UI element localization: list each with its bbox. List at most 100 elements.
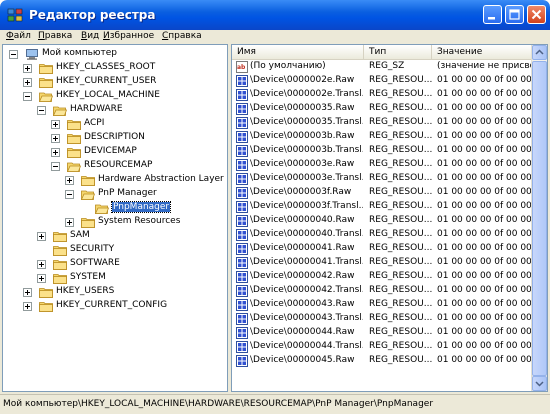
collapse-icon[interactable] <box>65 190 74 199</box>
folder-icon <box>81 217 95 228</box>
tree-node-label: DEVICEMAP <box>84 146 137 156</box>
expand-icon[interactable] <box>23 64 32 73</box>
expand-icon[interactable] <box>51 120 60 129</box>
tree-node[interactable]: HKEY_CLASSES_ROOT <box>3 61 225 75</box>
cell-name: \Device\0000003b.Transl... <box>250 145 363 155</box>
list-row[interactable]: \Device\0000002e.Transl... REG_RESOU... 01… <box>232 88 532 102</box>
collapse-icon[interactable] <box>51 162 60 171</box>
close-button[interactable] <box>527 5 546 24</box>
list-row[interactable]: \Device\00000035.Raw REG_RESOU... 01 00 00… <box>232 102 532 116</box>
list-row[interactable]: \Device\0000003e.Raw REG_RESOU... 01 00 00… <box>232 158 532 172</box>
tree-node[interactable]: DEVICEMAP <box>3 145 225 159</box>
cell-value: 01 00 00 00 0f 00 00 0 <box>437 173 532 183</box>
collapse-icon[interactable] <box>23 92 32 101</box>
binary-value-icon <box>236 355 248 367</box>
menu-help[interactable]: Справка <box>162 31 202 41</box>
values-list[interactable]: Имя Тип Значение ab (По умолчанию) REG_SZ (… <box>231 44 548 392</box>
list-row[interactable]: \Device\00000040.Transl... REG_RESOU... 01… <box>232 228 532 242</box>
tree-node[interactable]: PnP Manager <box>3 187 225 201</box>
cell-name: \Device\00000043.Raw <box>250 299 355 309</box>
cell-type: REG_RESOU... <box>369 201 432 211</box>
list-row[interactable]: \Device\0000003b.Transl... REG_RESOU... 01… <box>232 144 532 158</box>
tree-node[interactable]: HKEY_LOCAL_MACHINE <box>3 89 225 103</box>
expand-icon[interactable] <box>37 274 46 283</box>
binary-value-icon <box>236 271 248 283</box>
tree-node[interactable]: Hardware Abstraction Layer <box>3 173 225 187</box>
cell-name: \Device\00000035.Raw <box>250 103 355 113</box>
cell-value: 01 00 00 00 0f 00 00 0 <box>437 75 532 85</box>
cell-type: REG_RESOU... <box>369 341 432 351</box>
list-row[interactable]: \Device\00000045.Raw REG_RESOU... 01 00 00… <box>232 354 532 368</box>
collapse-icon[interactable] <box>37 106 46 115</box>
expand-icon[interactable] <box>51 134 60 143</box>
menu-view[interactable]: Вид <box>81 31 99 41</box>
expand-icon[interactable] <box>23 78 32 87</box>
registry-editor-window: Редактор реестра Файл Правка Вид Избранн… <box>0 0 550 414</box>
minimize-button[interactable] <box>483 5 502 24</box>
list-row[interactable]: ab (По умолчанию) REG_SZ (значение не присв… <box>232 60 532 74</box>
expand-icon[interactable] <box>23 302 32 311</box>
column-name-header[interactable]: Имя <box>232 45 364 59</box>
expand-icon[interactable] <box>65 176 74 185</box>
vertical-scrollbar[interactable] <box>531 45 547 391</box>
cell-value: 01 00 00 00 0f 00 00 0 <box>437 299 532 309</box>
list-row[interactable]: \Device\00000041.Transl... REG_RESOU... 01… <box>232 256 532 270</box>
list-row[interactable]: \Device\00000044.Raw REG_RESOU... 01 00 00… <box>232 326 532 340</box>
collapse-icon[interactable] <box>9 50 18 59</box>
tree-node[interactable]: RESOURCEMAP <box>3 159 225 173</box>
list-row[interactable]: \Device\0000003b.Raw REG_RESOU... 01 00 00… <box>232 130 532 144</box>
registry-tree[interactable]: Мой компьютер HKEY_CLASSES_ROOT HKEY_CURRE… <box>2 44 228 392</box>
binary-value-icon <box>236 103 248 115</box>
tree-node[interactable]: SECURITY <box>3 243 225 257</box>
cell-value: 01 00 00 00 0f 00 00 0 <box>437 271 532 281</box>
tree-node[interactable]: PnpManager <box>3 201 225 215</box>
cell-value: 01 00 00 00 0f 00 00 0 <box>437 131 532 141</box>
folder-icon <box>53 231 67 242</box>
menu-file[interactable]: Файл <box>6 31 31 41</box>
list-row[interactable]: \Device\00000043.Transl... REG_RESOU... 01… <box>232 312 532 326</box>
tree-node[interactable]: SAM <box>3 229 225 243</box>
expand-icon[interactable] <box>65 218 74 227</box>
cell-type: REG_RESOU... <box>369 75 432 85</box>
expand-icon[interactable] <box>37 232 46 241</box>
menu-edit[interactable]: Правка <box>38 31 72 41</box>
menu-favorites[interactable]: Избранное <box>103 31 154 41</box>
cell-type: REG_RESOU... <box>369 313 432 323</box>
binary-value-icon <box>236 75 248 87</box>
list-row[interactable]: \Device\0000002e.Raw REG_RESOU... 01 00 00… <box>232 74 532 88</box>
column-type-header[interactable]: Тип <box>364 45 432 59</box>
tree-node[interactable]: HKEY_CURRENT_USER <box>3 75 225 89</box>
column-value-header[interactable]: Значение <box>432 45 532 59</box>
list-row[interactable]: \Device\00000035.Transl... REG_RESOU... 01… <box>232 116 532 130</box>
scroll-down-button[interactable] <box>532 376 547 391</box>
expand-icon[interactable] <box>37 260 46 269</box>
list-row[interactable]: \Device\0000003f.Raw REG_RESOU... 01 00 00… <box>232 186 532 200</box>
scroll-thumb[interactable] <box>532 61 547 376</box>
maximize-button[interactable] <box>505 5 524 24</box>
tree-node[interactable]: HKEY_USERS <box>3 285 225 299</box>
tree-node[interactable]: Мой компьютер <box>3 47 225 61</box>
tree-node[interactable]: HARDWARE <box>3 103 225 117</box>
list-row[interactable]: \Device\00000041.Raw REG_RESOU... 01 00 00… <box>232 242 532 256</box>
list-row[interactable]: \Device\00000040.Raw REG_RESOU... 01 00 00… <box>232 214 532 228</box>
cell-value: 01 00 00 00 0f 00 00 0 <box>437 103 532 113</box>
expand-icon[interactable] <box>51 148 60 157</box>
tree-node[interactable]: System Resources <box>3 215 225 229</box>
tree-node-label: PnpManager <box>110 201 172 213</box>
list-row[interactable]: \Device\0000003e.Transl... REG_RESOU... 01… <box>232 172 532 186</box>
list-row[interactable]: \Device\00000044.Transl... REG_RESOU... 01… <box>232 340 532 354</box>
expand-icon[interactable] <box>23 288 32 297</box>
list-row[interactable]: \Device\0000003f.Transl... REG_RESOU... 01… <box>232 200 532 214</box>
list-row[interactable]: \Device\00000042.Transl... REG_RESOU... 01… <box>232 284 532 298</box>
list-row[interactable]: \Device\00000042.Raw REG_RESOU... 01 00 00… <box>232 270 532 284</box>
title-bar[interactable]: Редактор реестра <box>0 0 550 30</box>
tree-node[interactable]: SOFTWARE <box>3 257 225 271</box>
cell-value: 01 00 00 00 0f 00 00 0 <box>437 313 532 323</box>
list-row[interactable]: \Device\00000043.Raw REG_RESOU... 01 00 00… <box>232 298 532 312</box>
tree-node[interactable]: ACPI <box>3 117 225 131</box>
scroll-up-button[interactable] <box>532 45 547 60</box>
tree-node[interactable]: HKEY_CURRENT_CONFIG <box>3 299 225 313</box>
tree-node[interactable]: SYSTEM <box>3 271 225 285</box>
tree-node[interactable]: DESCRIPTION <box>3 131 225 145</box>
cell-name: \Device\0000003e.Transl... <box>250 173 363 183</box>
